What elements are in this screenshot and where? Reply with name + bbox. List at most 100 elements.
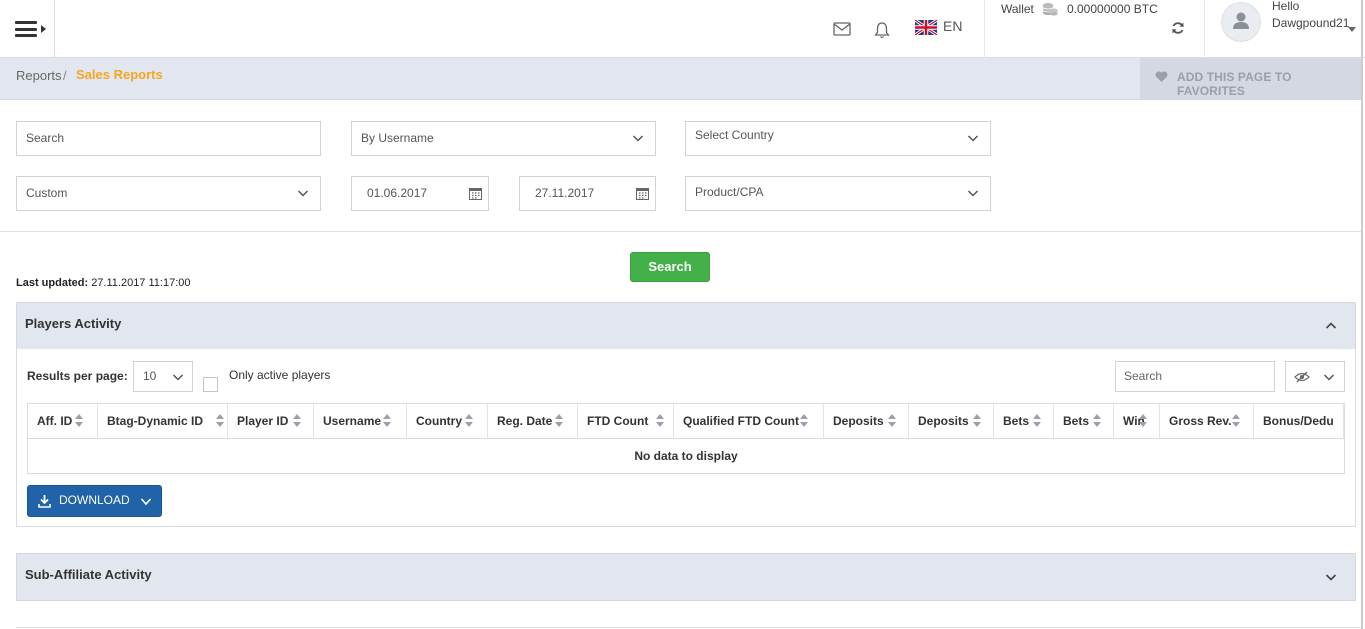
column-header-label: Deposits — [833, 414, 884, 428]
column-header[interactable]: Country — [407, 404, 488, 438]
column-header-label: Gross Rev. — [1169, 414, 1232, 428]
avatar[interactable] — [1221, 2, 1261, 42]
mail-icon[interactable] — [833, 22, 851, 36]
sort-icon[interactable] — [216, 413, 224, 429]
results-per-page-select[interactable]: 10 — [133, 361, 193, 392]
column-header[interactable]: Aff. ID — [28, 404, 98, 438]
column-header[interactable]: Bonus/Dedu — [1254, 404, 1344, 438]
column-header-label: Player ID — [237, 414, 289, 428]
chevron-down-icon[interactable] — [1348, 27, 1356, 32]
players-activity-header[interactable]: Players Activity — [16, 302, 1356, 350]
sort-icon[interactable] — [465, 413, 473, 429]
column-header-label: Aff. ID — [37, 414, 73, 428]
page-title: Sales Reports — [76, 67, 163, 82]
date-from-field[interactable]: 01.06.2017 — [351, 176, 489, 211]
country-select[interactable]: Select Country — [685, 121, 991, 156]
user-icon — [1233, 12, 1249, 29]
sort-icon[interactable] — [1033, 413, 1041, 429]
column-header[interactable]: Username — [314, 404, 407, 438]
eye-slash-icon — [1294, 371, 1310, 383]
download-icon — [38, 495, 51, 508]
column-header[interactable]: FTD Count — [578, 404, 674, 438]
panel-title: Sub-Affiliate Activity — [25, 567, 152, 582]
empty-table-message: No data to display — [27, 438, 1345, 474]
chevron-up-icon[interactable] — [1325, 320, 1337, 332]
product-select[interactable]: Product/CPA — [685, 176, 991, 211]
chevron-down-icon — [172, 374, 184, 381]
date-to-value: 27.11.2017 — [535, 186, 595, 200]
sort-icon[interactable] — [555, 413, 563, 429]
column-header-label: Deposits — [918, 414, 969, 428]
column-header-label: Username — [323, 414, 382, 428]
table-header: Aff. ID Btag-Dynamic ID Player ID Username C… — [27, 403, 1345, 439]
menu-toggle-button[interactable] — [0, 0, 55, 58]
divider — [984, 0, 985, 58]
top-bar: EN Wallet 0.00000000 BTC Hello Dawgpound… — [0, 0, 1365, 58]
last-updated: Last updated: 27.11.2017 11:17:00 — [16, 277, 190, 289]
divider — [0, 231, 1361, 232]
menu-icon — [15, 21, 37, 37]
period-value: Custom — [26, 186, 68, 200]
chevron-down-icon — [632, 135, 644, 142]
coins-icon — [1042, 3, 1058, 16]
date-from-value: 01.06.2017 — [367, 186, 428, 200]
column-header-label: Bets — [1003, 414, 1030, 428]
wallet-label: Wallet — [1001, 2, 1034, 16]
search-button[interactable]: Search — [630, 252, 710, 282]
table-search-input[interactable]: Search — [1115, 361, 1275, 392]
date-to-field[interactable]: 27.11.2017 — [519, 176, 656, 211]
language-selector[interactable]: EN — [943, 18, 962, 34]
column-header[interactable]: Qualified FTD Count — [674, 404, 824, 438]
greeting: Hello — [1272, 0, 1300, 13]
only-active-label: Only active players — [229, 368, 331, 382]
sort-icon[interactable] — [75, 413, 83, 429]
chevron-down-icon — [1323, 374, 1335, 381]
sort-icon[interactable] — [656, 413, 664, 429]
column-header[interactable]: Gross Rev. — [1160, 404, 1254, 438]
column-visibility-button[interactable] — [1285, 361, 1345, 392]
period-select[interactable]: Custom — [16, 176, 321, 211]
column-header-label: Qualified FTD Count — [683, 414, 799, 428]
sort-icon[interactable] — [1093, 413, 1101, 429]
chevron-down-icon[interactable] — [140, 497, 152, 507]
refresh-icon[interactable] — [1171, 21, 1185, 35]
sort-icon[interactable] — [1139, 413, 1147, 429]
heart-icon — [1155, 71, 1168, 82]
country-value: Select Country — [695, 128, 774, 142]
add-to-favorites-button[interactable]: ADD THIS PAGE TO FAVORITES — [1140, 58, 1361, 100]
username[interactable]: Dawgpound21 — [1272, 16, 1349, 30]
sort-icon[interactable] — [293, 413, 301, 429]
column-header[interactable]: Deposits — [909, 404, 994, 438]
sub-affiliate-activity-header[interactable]: Sub-Affiliate Activity — [16, 553, 1356, 601]
column-header[interactable]: Btag-Dynamic ID — [98, 404, 228, 438]
sort-icon[interactable] — [973, 413, 981, 429]
only-active-checkbox[interactable] — [203, 377, 218, 392]
calendar-icon[interactable] — [469, 187, 482, 200]
download-button[interactable]: DOWNLOAD — [27, 485, 162, 517]
results-per-page-label: Results per page: — [27, 369, 128, 383]
panel-title: Players Activity — [25, 316, 122, 331]
search-input[interactable]: Search — [16, 121, 321, 156]
sort-icon[interactable] — [1232, 413, 1240, 429]
breadcrumb-separator: / — [63, 68, 67, 83]
column-header[interactable]: Bets — [1054, 404, 1114, 438]
column-header[interactable]: Reg. Date — [488, 404, 578, 438]
search-by-select[interactable]: By Username — [351, 121, 656, 156]
sort-icon[interactable] — [383, 413, 391, 429]
column-header[interactable]: Win — [1114, 404, 1160, 438]
column-header[interactable]: Deposits — [824, 404, 909, 438]
sort-icon[interactable] — [888, 413, 896, 429]
bell-icon[interactable] — [873, 21, 891, 39]
calendar-icon[interactable] — [636, 187, 649, 200]
column-header[interactable]: Player ID — [228, 404, 314, 438]
column-header-label: FTD Count — [587, 414, 649, 428]
breadcrumb-reports[interactable]: Reports — [16, 68, 62, 83]
search-placeholder: Search — [26, 131, 65, 145]
product-value: Product/CPA — [695, 185, 764, 199]
sort-icon[interactable] — [800, 413, 808, 429]
chevron-down-icon — [967, 135, 979, 142]
uk-flag-icon[interactable] — [915, 20, 937, 35]
divider — [16, 627, 1361, 628]
chevron-down-icon[interactable] — [1325, 571, 1337, 583]
column-header[interactable]: Bets — [994, 404, 1054, 438]
